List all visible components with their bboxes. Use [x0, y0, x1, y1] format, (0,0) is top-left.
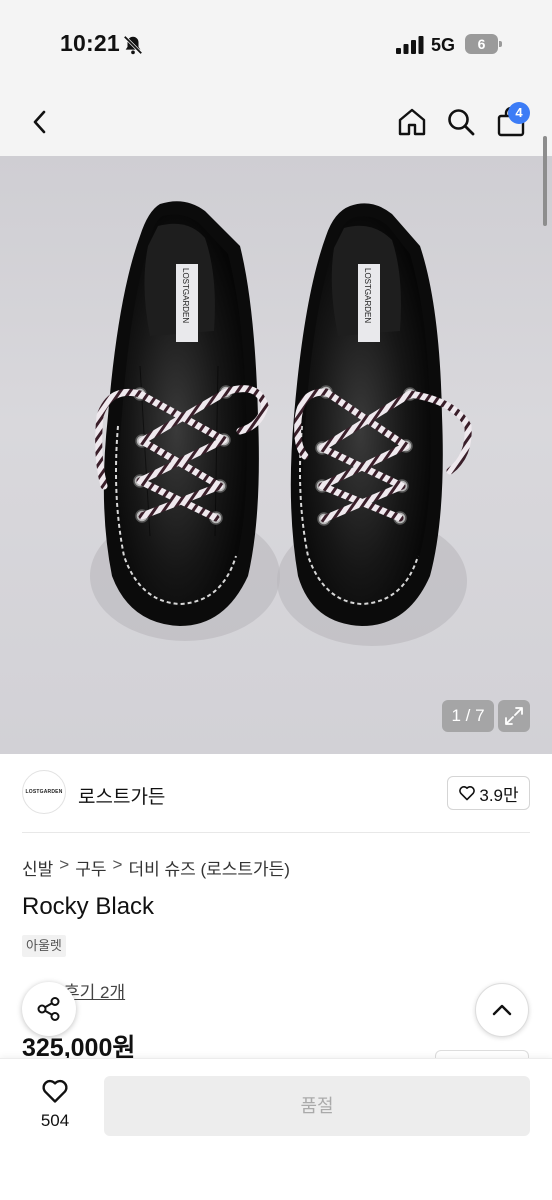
heart-icon: [42, 1079, 68, 1103]
breadcrumb-separator: >: [59, 855, 70, 874]
product-image-gallery[interactable]: LOSTGARDEN LOSTGARDEN: [0, 156, 552, 754]
divider: [22, 832, 530, 833]
status-bar: 10:21 5G 6: [0, 0, 552, 92]
scroll-top-button[interactable]: [475, 983, 529, 1037]
image-counter: 1 / 7: [442, 700, 494, 732]
left-shoe-label: LOSTGARDEN: [181, 268, 190, 323]
product-page: 10:21 5G 6 4 LOSTGARDEN LOSTGARDEN 1 / 7…: [0, 0, 552, 1200]
breadcrumb-shoes[interactable]: 신발: [22, 855, 53, 880]
scrollbar[interactable]: [543, 136, 547, 226]
search-button[interactable]: [441, 102, 481, 142]
battery-icon: 6: [465, 34, 502, 54]
product-image: LOSTGARDEN LOSTGARDEN: [90, 201, 472, 646]
nav-bar: [0, 92, 552, 156]
left-shoe: LOSTGARDEN: [95, 201, 269, 626]
breadcrumb: 신발 > 구두 > 더비 슈즈 (로스트가든): [22, 855, 290, 880]
search-icon: [448, 109, 475, 136]
back-button[interactable]: [20, 102, 60, 142]
right-shoe-label: LOSTGARDEN: [363, 268, 372, 323]
sold-out-button[interactable]: 품절: [104, 1076, 530, 1136]
store-like-button[interactable]: 3.9만: [447, 776, 530, 810]
breadcrumb-separator: >: [112, 855, 123, 874]
breadcrumb-dress-shoes[interactable]: 구두: [75, 855, 106, 880]
status-time: 10:21: [60, 30, 120, 56]
store-name[interactable]: 로스트가든: [78, 782, 165, 809]
bell-off-icon: [123, 35, 143, 55]
store-like-count: 3.9만: [479, 785, 519, 805]
chevron-up-icon: [492, 1004, 512, 1016]
outlet-tag: 아울렛: [22, 935, 66, 957]
battery-level: 6: [465, 34, 498, 54]
product-title: Rocky Black: [22, 893, 155, 920]
cart-badge: 4: [508, 102, 530, 124]
heart-icon: [459, 786, 476, 801]
breadcrumb-derby-shoes[interactable]: 더비 슈즈 (로스트가든): [128, 855, 290, 880]
home-button[interactable]: [392, 102, 432, 142]
store-logo[interactable]: LOSTGARDEN: [22, 770, 66, 814]
expand-icon: [505, 707, 523, 725]
store-row[interactable]: LOSTGARDEN 로스트가든 3.9만: [22, 770, 530, 818]
chevron-left-icon: [33, 110, 46, 134]
share-button[interactable]: [22, 982, 76, 1036]
wish-count: 504: [40, 1111, 70, 1130]
signal-icon: [396, 36, 424, 54]
expand-image-button[interactable]: [498, 700, 530, 732]
home-icon: [398, 108, 426, 136]
network-type: 5G: [431, 35, 456, 55]
share-icon: [37, 997, 60, 1021]
wish-button[interactable]: 504: [30, 1078, 80, 1131]
